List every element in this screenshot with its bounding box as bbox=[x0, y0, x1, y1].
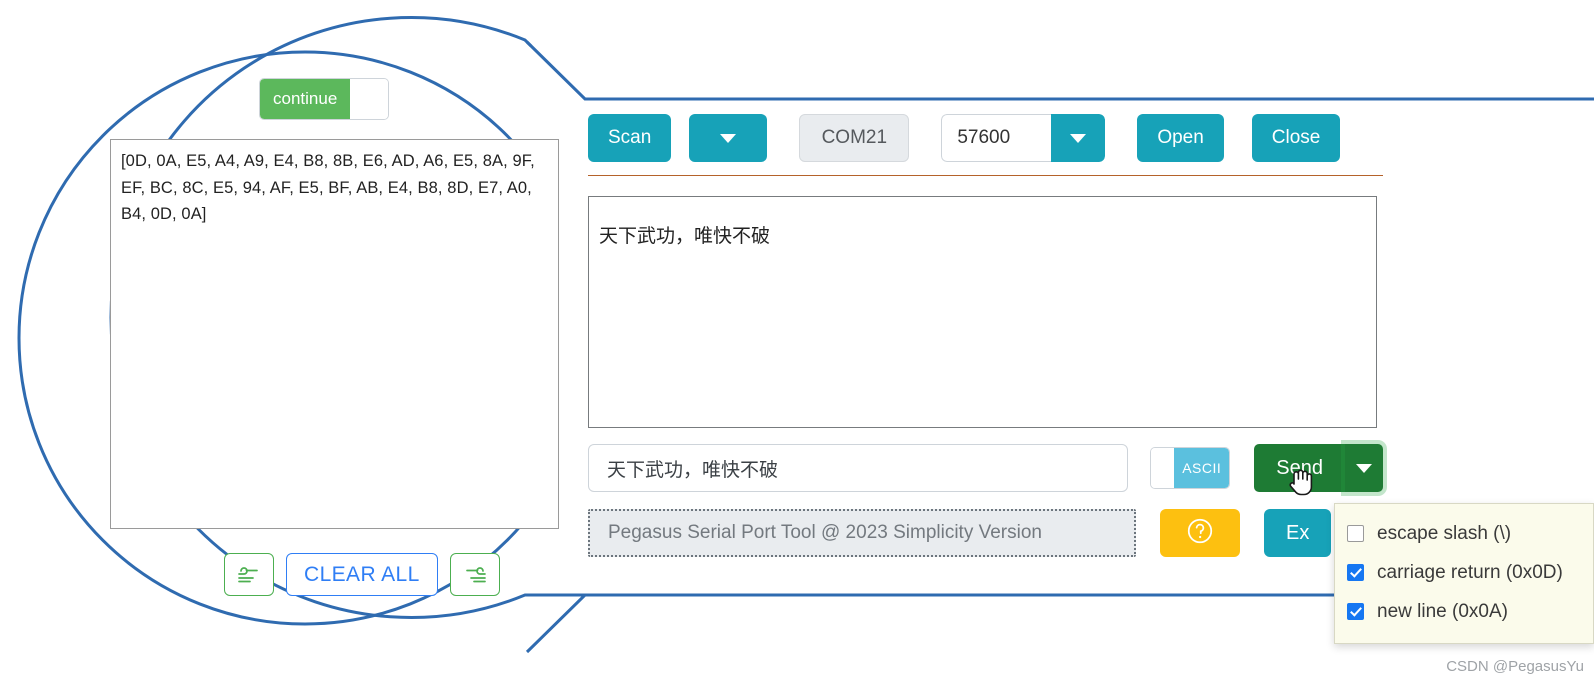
wind-right-icon bbox=[463, 565, 487, 585]
continue-toggle-track bbox=[350, 79, 388, 119]
magnified-region: continue [0D, 0A, E5, A4, A9, E4, B8, 8B… bbox=[0, 0, 575, 640]
export-button[interactable]: Ex bbox=[1264, 509, 1332, 557]
port-dropdown-button[interactable] bbox=[689, 114, 768, 162]
continue-toggle[interactable]: continue bbox=[259, 78, 389, 120]
menu-item-label: carriage return (0x0D) bbox=[1377, 561, 1563, 583]
baud-rate-group: 57600 bbox=[941, 114, 1106, 162]
magnified-button-row: CLEAR ALL bbox=[224, 553, 500, 596]
help-button[interactable] bbox=[1160, 509, 1240, 557]
send-button-group: Send bbox=[1254, 444, 1383, 492]
ascii-format-toggle[interactable]: ASCII bbox=[1149, 447, 1231, 489]
chevron-down-icon bbox=[720, 133, 737, 143]
ascii-toggle-label: ASCII bbox=[1174, 448, 1230, 488]
baud-dropdown-button[interactable] bbox=[1051, 114, 1106, 162]
ascii-toggle-track bbox=[1150, 448, 1175, 488]
status-info-box: Pegasus Serial Port Tool @ 2023 Simplici… bbox=[588, 509, 1136, 557]
scan-button[interactable]: Scan bbox=[588, 114, 672, 162]
menu-item-label: escape slash (\) bbox=[1377, 522, 1512, 544]
chevron-down-icon bbox=[1356, 463, 1372, 473]
footer-row: Pegasus Serial Port Tool @ 2023 Simplici… bbox=[588, 508, 1383, 558]
chevron-down-icon bbox=[1070, 133, 1087, 143]
callout-leader-top bbox=[525, 40, 1594, 101]
send-options-menu: escape slash (\) carriage return (0x0D) … bbox=[1334, 503, 1594, 644]
clear-receive-button[interactable] bbox=[224, 553, 274, 596]
hex-output-area[interactable]: [0D, 0A, E5, A4, A9, E4, B8, 8B, E6, AD,… bbox=[110, 139, 559, 529]
toolbar-divider bbox=[588, 175, 1383, 176]
wind-left-icon bbox=[237, 565, 261, 585]
new-line-checkbox[interactable] bbox=[1347, 603, 1364, 620]
receive-textarea[interactable]: 天下武功，唯快不破 bbox=[588, 196, 1377, 428]
send-button[interactable]: Send bbox=[1254, 444, 1345, 492]
open-port-button[interactable]: Open bbox=[1137, 114, 1224, 162]
close-port-button[interactable]: Close bbox=[1251, 114, 1341, 162]
escape-slash-checkbox[interactable] bbox=[1347, 525, 1364, 542]
serial-tool-panel: Scan COM21 57600 Open Close 天下武功，唯快不破 天下… bbox=[578, 104, 1383, 574]
question-circle-icon bbox=[1185, 516, 1215, 551]
menu-item-carriage-return[interactable]: carriage return (0x0D) bbox=[1335, 553, 1593, 592]
menu-item-new-line[interactable]: new line (0x0A) bbox=[1335, 592, 1593, 631]
menu-item-label: new line (0x0A) bbox=[1377, 600, 1508, 622]
connection-toolbar: Scan COM21 57600 Open Close bbox=[588, 114, 1341, 162]
send-options-dropdown-button[interactable] bbox=[1345, 444, 1383, 492]
com-port-display[interactable]: COM21 bbox=[799, 114, 910, 162]
clear-all-button[interactable]: CLEAR ALL bbox=[286, 553, 438, 596]
clear-send-button[interactable] bbox=[449, 553, 500, 596]
baud-rate-input[interactable]: 57600 bbox=[941, 114, 1052, 162]
carriage-return-checkbox[interactable] bbox=[1347, 564, 1364, 581]
send-row: 天下武功，唯快不破 ASCII Send bbox=[588, 444, 1383, 492]
menu-item-escape-slash[interactable]: escape slash (\) bbox=[1335, 514, 1593, 553]
continue-toggle-label: continue bbox=[260, 79, 351, 119]
send-input[interactable]: 天下武功，唯快不破 bbox=[588, 444, 1128, 492]
watermark: CSDN @PegasusYu bbox=[1446, 658, 1584, 675]
